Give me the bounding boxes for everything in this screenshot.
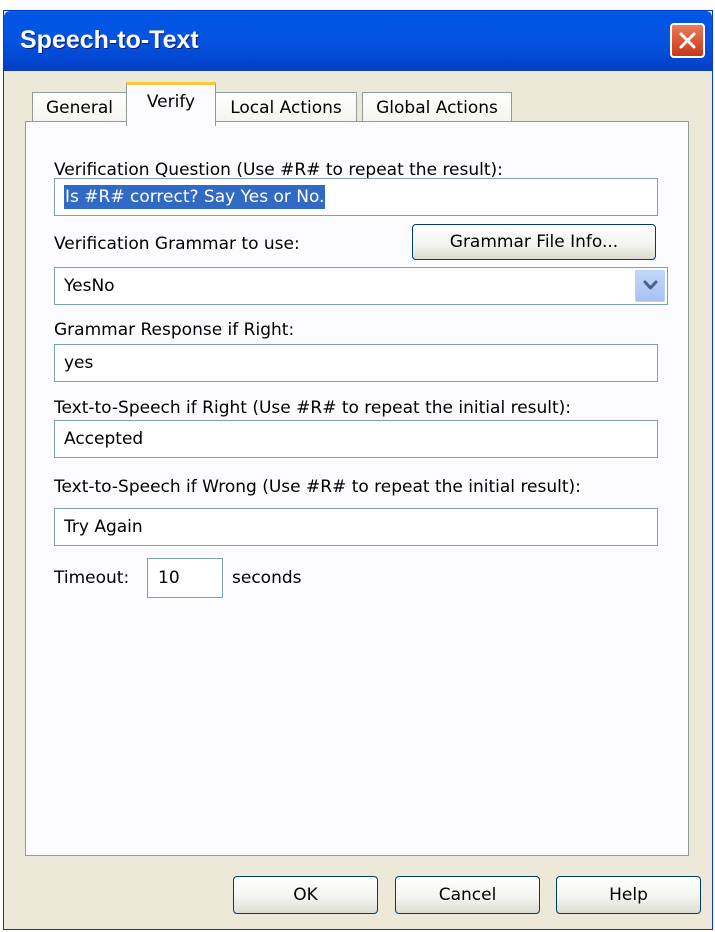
chevron-down-icon xyxy=(643,280,658,290)
title-bar[interactable]: Speech-to-Text xyxy=(4,11,712,71)
tts-right-label: Text-to-Speech if Right (Use #R# to repe… xyxy=(54,398,572,418)
window-title: Speech-to-Text xyxy=(20,26,199,54)
grammar-response-input[interactable]: yes xyxy=(54,344,658,382)
close-icon xyxy=(679,32,696,49)
timeout-input[interactable]: 10 xyxy=(147,558,223,598)
tts-wrong-input[interactable]: Try Again xyxy=(54,508,658,546)
dropdown-button[interactable] xyxy=(635,270,665,302)
verification-question-input[interactable]: Is #R# correct? Say Yes or No. xyxy=(54,178,658,216)
selected-text: Is #R# correct? Say Yes or No. xyxy=(64,185,326,209)
grammar-selected-value: YesNo xyxy=(64,276,115,296)
tab-verify[interactable]: Verify xyxy=(126,82,216,126)
help-button[interactable]: Help xyxy=(556,876,701,914)
verify-panel: Verification Question (Use #R# to repeat… xyxy=(25,121,689,856)
verification-question-label: Verification Question (Use #R# to repeat… xyxy=(54,160,503,180)
grammar-response-label: Grammar Response if Right: xyxy=(54,320,295,340)
timeout-unit-label: seconds xyxy=(232,568,302,588)
timeout-label: Timeout: xyxy=(54,568,130,588)
tab-global-actions[interactable]: Global Actions xyxy=(362,92,512,124)
close-button[interactable] xyxy=(670,23,705,58)
tab-general[interactable]: General xyxy=(32,92,127,124)
ok-button[interactable]: OK xyxy=(233,876,378,914)
tab-local-actions[interactable]: Local Actions xyxy=(215,92,357,124)
grammar-file-info-button[interactable]: Grammar File Info... xyxy=(412,224,656,260)
verification-grammar-label: Verification Grammar to use: xyxy=(54,234,300,254)
verification-grammar-dropdown[interactable]: YesNo xyxy=(54,267,668,305)
cancel-button[interactable]: Cancel xyxy=(395,876,540,914)
tts-wrong-label: Text-to-Speech if Wrong (Use #R# to repe… xyxy=(54,477,581,497)
tts-right-input[interactable]: Accepted xyxy=(54,420,658,458)
